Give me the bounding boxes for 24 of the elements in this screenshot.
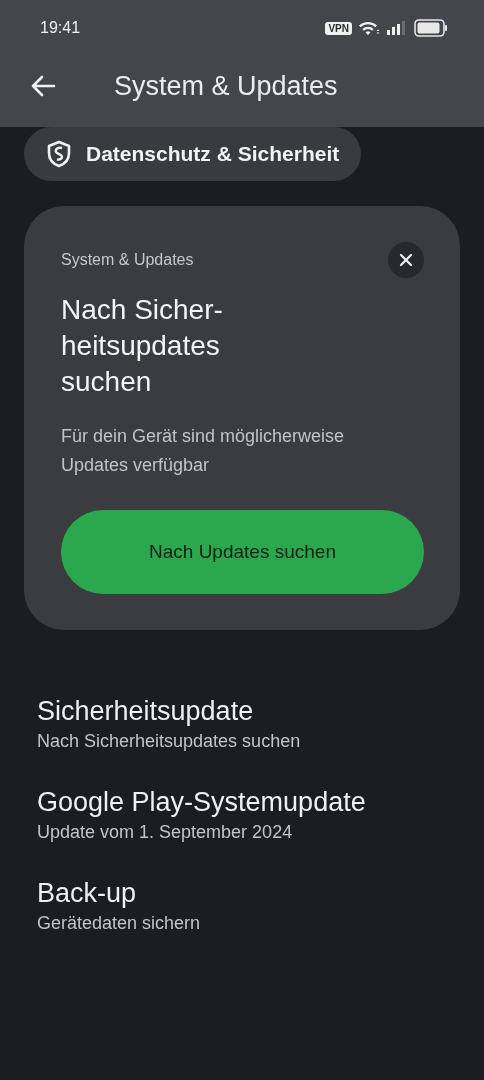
vpn-badge: VPN: [325, 21, 352, 35]
item-subtitle: Update vom 1. September 2024: [37, 821, 294, 844]
item-title: Back-up: [37, 877, 138, 910]
shield-icon: [46, 140, 72, 168]
item-subtitle: Nach Sicherheitsupdates suchen: [37, 730, 302, 753]
status-time: 19:41: [40, 19, 81, 37]
back-arrow-icon[interactable]: [30, 75, 56, 97]
item-title: Google Play-Systemupdate: [37, 786, 367, 819]
signal-icon: [386, 20, 408, 36]
card-description: Für dein Gerät sind möglicherweise Updates verfügbar: [61, 425, 346, 477]
close-icon: [399, 253, 413, 267]
settings-item[interactable]: Sicherheitsupdate Nach Sicherheitsupdates suchen: [37, 694, 460, 753]
close-button[interactable]: [388, 242, 424, 278]
settings-item[interactable]: Back-up Gerätedaten sichern: [37, 876, 460, 935]
battery-icon: [414, 19, 448, 37]
settings-item[interactable]: Google Play-Systemupdate Update vom 1. September 2024: [37, 785, 460, 844]
wifi-icon: [358, 20, 380, 36]
item-title: Sicherheitsupdate: [37, 695, 255, 728]
privacy-security-chip[interactable]: Datenschutz & Sicherheit: [24, 127, 362, 181]
item-subtitle: Gerätedaten sichern: [37, 912, 202, 935]
card-title: Nach Sicher- heitsupdates suchen: [61, 293, 224, 399]
card-overline: System & Updates: [61, 251, 194, 269]
check-updates-button[interactable]: Nach Updates suchen: [61, 510, 424, 594]
page-title: System & Updates: [114, 70, 338, 102]
